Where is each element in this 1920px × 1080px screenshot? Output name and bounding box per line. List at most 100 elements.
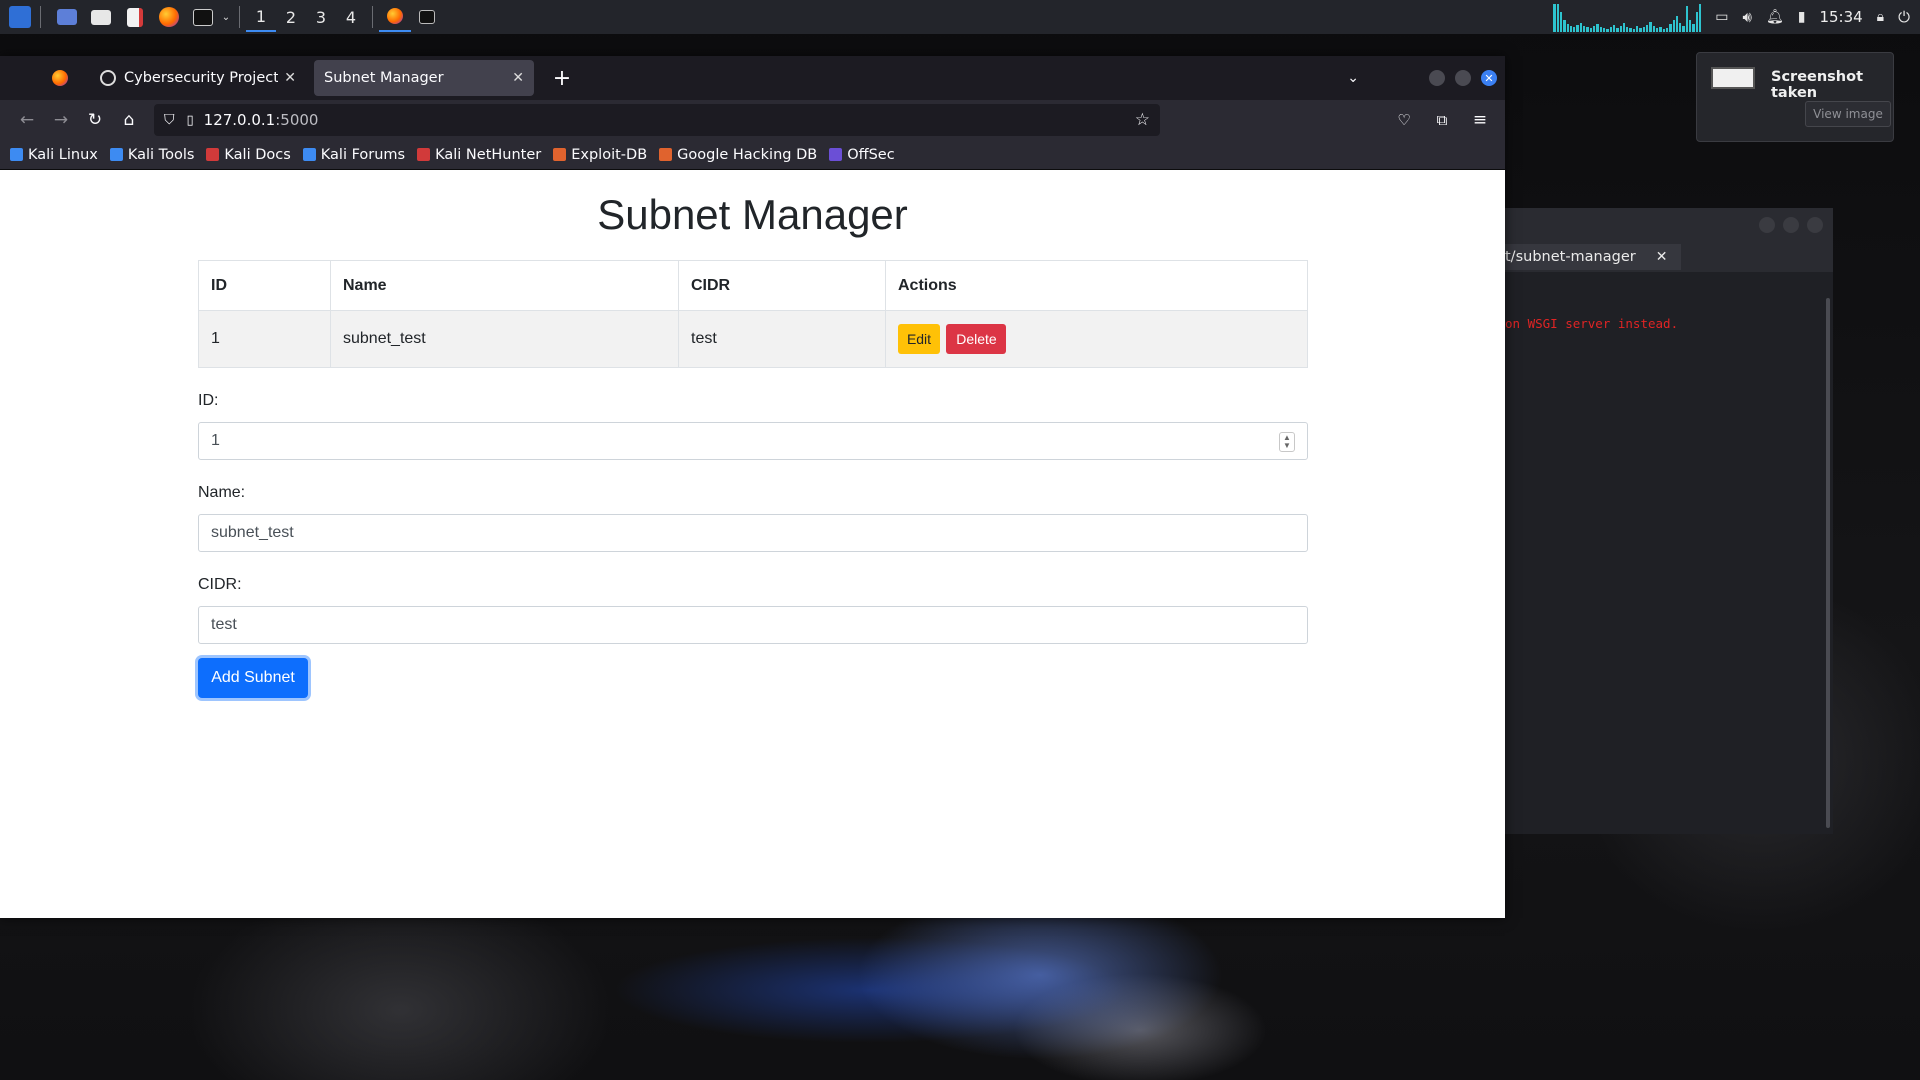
screenshot-notification[interactable]: Screenshot taken View image [1696, 52, 1894, 142]
firefox-launcher-icon[interactable] [155, 3, 183, 31]
subnet-table: ID Name CIDR Actions 1 subnet_test test … [198, 260, 1308, 368]
bookmark-star-icon[interactable]: ☆ [1135, 110, 1150, 130]
close-button[interactable] [1807, 217, 1823, 233]
battery-icon[interactable]: ▮ [1798, 9, 1806, 25]
extensions-icon[interactable]: ⧉ [1425, 105, 1459, 135]
column-header-id: ID [198, 260, 331, 311]
minimize-button[interactable] [1759, 217, 1775, 233]
text-editor-icon[interactable] [121, 3, 149, 31]
add-subnet-button[interactable]: Add Subnet [198, 658, 308, 698]
taskbar-firefox[interactable] [379, 2, 411, 32]
firefox-icon [52, 70, 68, 86]
back-icon[interactable]: ← [10, 105, 44, 135]
close-button[interactable]: ✕ [1481, 70, 1497, 86]
workspace-1[interactable]: 1 [246, 2, 276, 32]
maximize-button[interactable] [1783, 217, 1799, 233]
bookmark-exploit-db[interactable]: Exploit-DB [553, 147, 647, 163]
page-title: Subnet Manager [597, 191, 908, 238]
bookmark-kali-linux[interactable]: Kali Linux [10, 147, 98, 163]
tab-title: Subnet Manager [324, 70, 444, 86]
close-icon[interactable]: ✕ [284, 70, 296, 86]
url-host: 127.0.0.1 [203, 111, 276, 129]
column-header-name: Name [330, 260, 679, 311]
id-input[interactable]: 1 ▲ ▼ [198, 422, 1308, 460]
cell-cidr: test [678, 310, 886, 368]
cpu-bar [1612, 25, 1616, 32]
terminal-tab[interactable]: t/subnet-manager ✕ [1505, 244, 1682, 270]
edit-button[interactable]: Edit [898, 324, 940, 354]
terminal-launcher-icon[interactable] [189, 3, 217, 31]
terminal-window[interactable]: t/subnet-manager ✕ on WSGI server instea… [1505, 208, 1833, 834]
cpu-bar [1609, 27, 1612, 32]
bookmark-label: Exploit-DB [571, 146, 648, 163]
workspace-2[interactable]: 2 [276, 2, 306, 32]
workspace-3[interactable]: 3 [306, 2, 336, 32]
kali-tools-icon [109, 148, 123, 161]
kali-menu-icon[interactable] [6, 3, 34, 31]
shield-icon[interactable]: ⛉ [164, 112, 175, 128]
cpu-bar [1675, 16, 1679, 32]
tab-bar: Cybersecurity Project Ideas ✕ Subnet Man… [0, 56, 1505, 100]
kali-icon [10, 148, 23, 161]
terminal-scrollbar[interactable] [1826, 298, 1830, 828]
clock[interactable]: 15:34 [1819, 8, 1862, 26]
view-image-button[interactable]: View image [1805, 101, 1891, 127]
tab-subnet-manager[interactable]: Subnet Manager ✕ [314, 60, 534, 96]
show-desktop-icon[interactable] [53, 3, 81, 31]
minimize-button[interactable] [1429, 70, 1445, 86]
menu-icon[interactable]: ≡ [1463, 105, 1497, 135]
taskbar-terminal[interactable] [411, 2, 443, 32]
terminal-output: on WSGI server instead. [1505, 316, 1679, 331]
close-icon[interactable]: ✕ [1656, 249, 1668, 265]
cpu-bar [1636, 26, 1639, 32]
kali-docs-icon [206, 148, 220, 161]
workspace-4[interactable]: 4 [336, 2, 366, 32]
name-label: Name: [198, 484, 246, 501]
chevron-down-icon[interactable]: ⌄ [219, 3, 233, 31]
new-tab-button[interactable]: + [548, 66, 576, 91]
maximize-button[interactable] [1455, 70, 1471, 86]
spin-down-icon[interactable]: ▼ [1283, 442, 1291, 450]
cpu-bar [1596, 24, 1599, 32]
lock-icon[interactable]: 🔒︎ [1877, 9, 1884, 25]
tab-cybersecurity-project[interactable]: Cybersecurity Project Ideas ✕ [90, 60, 306, 96]
table-row: 1 subnet_test test Edit Delete [198, 310, 1308, 368]
bookmark-kali-docs[interactable]: Kali Docs [206, 147, 291, 163]
bookmark-google-hacking-db[interactable]: Google Hacking DB [659, 147, 817, 163]
url-bar[interactable]: ⛉ ▯ 127.0.0.1 :5000 ☆ [154, 104, 1160, 136]
name-input[interactable]: subnet_test [198, 514, 1308, 552]
power-icon[interactable]: ⏻ [1898, 8, 1910, 26]
volume-icon[interactable]: 🔊︎ [1742, 8, 1751, 26]
cpu-bar [1639, 28, 1642, 32]
terminal-titlebar[interactable] [1505, 208, 1833, 242]
notification-title: Screenshot taken [1771, 69, 1864, 101]
notifications-icon[interactable]: 🔔︎ [1766, 9, 1784, 25]
reload-icon[interactable]: ↻ [78, 105, 112, 135]
list-all-tabs-icon[interactable]: ⌄ [1347, 70, 1359, 86]
forward-icon[interactable]: → [44, 105, 78, 135]
close-icon[interactable]: ✕ [512, 70, 524, 86]
page-icon: ▯ [186, 112, 194, 128]
bookmark-kali-nethunter[interactable]: Kali NetHunter [417, 147, 541, 163]
cpu-bar [1619, 26, 1622, 32]
delete-button[interactable]: Delete [946, 324, 1007, 354]
table-header-row: ID Name CIDR Actions [198, 260, 1308, 311]
cpu-bar [1662, 29, 1665, 32]
cpu-bar [1672, 20, 1675, 32]
display-icon[interactable]: ▭ [1715, 9, 1728, 25]
bookmark-kali-forums[interactable]: Kali Forums [302, 147, 405, 163]
offsec-icon [829, 148, 843, 161]
home-icon[interactable]: ⌂ [112, 105, 146, 135]
cpu-bar [1573, 27, 1576, 32]
bookmark-label: Kali Tools [127, 146, 195, 163]
cell-id: 1 [198, 310, 331, 368]
cidr-input[interactable]: test [198, 606, 1308, 644]
firefox-view-button[interactable] [0, 56, 82, 100]
cpu-bar [1629, 28, 1632, 32]
bookmark-kali-tools[interactable]: Kali Tools [109, 146, 195, 163]
desktop-panel: ⌄ 1 2 3 4 ▭ 🔊︎ 🔔︎ ▮ 15:34 🔒︎ ⏻ [0, 0, 1920, 34]
pocket-icon[interactable]: ♡ [1387, 105, 1421, 135]
bookmark-offsec[interactable]: OffSec [829, 147, 895, 163]
number-spinner[interactable]: ▲ ▼ [1279, 432, 1295, 452]
file-manager-icon[interactable] [87, 3, 115, 31]
